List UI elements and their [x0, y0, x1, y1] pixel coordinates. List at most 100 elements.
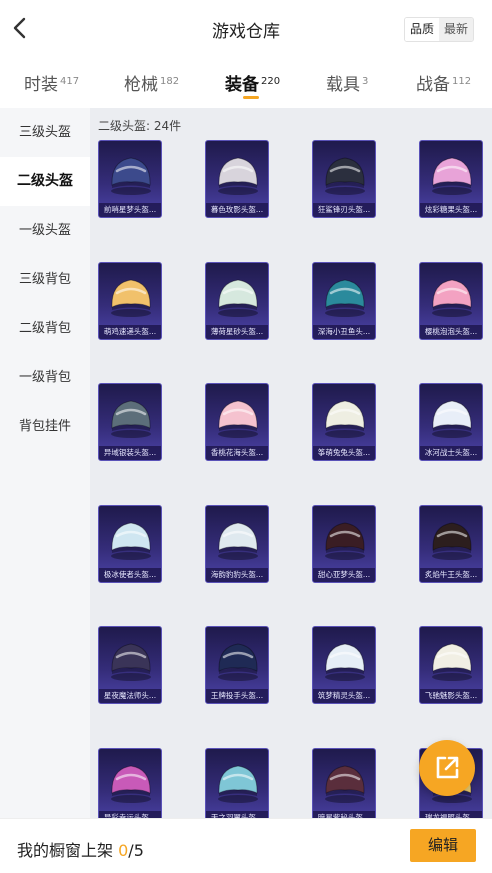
- helmet-icon: [218, 279, 258, 317]
- category-tabs: 时装 417 枪械 182 装备 220 载具 3 战备 112: [0, 58, 492, 108]
- helmet-card[interactable]: 炫彩糖果头盔...: [419, 140, 483, 218]
- helmet-card[interactable]: 深海小丑鱼头...: [312, 262, 376, 340]
- sidebar-item-backpack-pendant[interactable]: 背包挂件: [0, 402, 90, 451]
- helmet-icon: [432, 522, 472, 560]
- showcase-status: 我的橱窗上架 0/5: [17, 837, 144, 861]
- helmet-card[interactable]: 甜心亚梦头盔...: [312, 505, 376, 583]
- helmet-name: 暗星紫秘头盔...: [313, 811, 375, 818]
- helmet-card[interactable]: 暗星紫秘头盔...: [312, 748, 376, 818]
- helmet-name: 筑梦精灵头盔...: [313, 689, 375, 703]
- helmet-name: 前哨星梦头盔...: [99, 203, 161, 217]
- tab-count: 112: [452, 76, 472, 87]
- header: 游戏仓库 品质 最新: [0, 0, 492, 58]
- helmet-icon: [111, 522, 151, 560]
- tab-fashion[interactable]: 时装 417: [24, 70, 79, 95]
- tab-label: 载具: [326, 75, 360, 95]
- helmet-icon: [111, 279, 151, 317]
- helmet-card[interactable]: 樱桃泡泡头盔...: [419, 262, 483, 340]
- helmet-card[interactable]: 天之羽翼头盔...: [205, 748, 269, 818]
- helmet-name: 异彩幸运头盔...: [99, 811, 161, 818]
- helmet-name: 香桃花海头盔...: [206, 446, 268, 460]
- share-external-icon: [436, 756, 459, 779]
- helmet-card[interactable]: 飞驰魅影头盔...: [419, 626, 483, 704]
- item-grid-area: 二级头盔: 24件 前哨星梦头盔... 暮色玫影头盔... 狂鲨锋刃头盔... 炫彩糖…: [90, 108, 492, 818]
- sort-quality-button[interactable]: 品质: [404, 18, 439, 41]
- helmet-name: 甜心亚梦头盔...: [313, 568, 375, 582]
- tab-equipment[interactable]: 装备 220: [225, 70, 280, 95]
- helmet-icon: [218, 643, 258, 681]
- helmet-icon: [432, 643, 472, 681]
- tab-supplies[interactable]: 战备 112: [416, 70, 471, 95]
- helmet-name: 筝萌兔兔头盔...: [313, 446, 375, 460]
- helmet-card[interactable]: 筑梦精灵头盔...: [312, 626, 376, 704]
- helmet-icon: [218, 400, 258, 438]
- sidebar-item-helmet-lv3[interactable]: 三级头盔: [0, 108, 90, 157]
- helmet-icon: [432, 157, 472, 195]
- helmet-card[interactable]: 暮色玫影头盔...: [205, 140, 269, 218]
- helmet-icon: [111, 765, 151, 803]
- sidebar-item-helmet-lv2[interactable]: 二级头盔: [0, 157, 90, 206]
- helmet-icon: [325, 279, 365, 317]
- helmet-name: 炙焰牛王头盔...: [420, 568, 482, 582]
- tab-count: 182: [160, 76, 180, 87]
- helmet-name: 海韵豹豹头盔...: [206, 568, 268, 582]
- helmet-card[interactable]: 星夜魔法师头...: [98, 626, 162, 704]
- helmet-card[interactable]: 薄荷星砂头盔...: [205, 262, 269, 340]
- active-tab-indicator: [243, 96, 259, 99]
- helmet-name: 狂鲨锋刃头盔...: [313, 203, 375, 217]
- helmet-card[interactable]: 萌鸡速递头盔...: [98, 262, 162, 340]
- helmet-icon: [218, 765, 258, 803]
- helmet-card[interactable]: 冰河战士头盔...: [419, 383, 483, 461]
- helmet-card[interactable]: 王牌投手头盔...: [205, 626, 269, 704]
- sidebar-item-backpack-lv1[interactable]: 一级背包: [0, 353, 90, 402]
- sidebar-item-helmet-lv1[interactable]: 一级头盔: [0, 206, 90, 255]
- tab-vehicles[interactable]: 载具 3: [326, 70, 368, 95]
- sidebar-item-backpack-lv2[interactable]: 二级背包: [0, 304, 90, 353]
- showcase-label: 我的橱窗上架: [17, 841, 114, 860]
- sort-toggle: 品质 最新: [403, 17, 474, 42]
- helmet-name: 薄荷星砂头盔...: [206, 325, 268, 339]
- helmet-card[interactable]: 异域银装头盔...: [98, 383, 162, 461]
- sort-newest-button[interactable]: 最新: [438, 18, 473, 41]
- helmet-name: 萌鸡速递头盔...: [99, 325, 161, 339]
- tab-guns[interactable]: 枪械 182: [124, 70, 179, 95]
- helmet-card[interactable]: 前哨星梦头盔...: [98, 140, 162, 218]
- sidebar-item-backpack-lv3[interactable]: 三级背包: [0, 255, 90, 304]
- tab-label: 战备: [416, 75, 450, 95]
- helmet-card[interactable]: 异彩幸运头盔...: [98, 748, 162, 818]
- helmet-card[interactable]: 炙焰牛王头盔...: [419, 505, 483, 583]
- helmet-icon: [432, 279, 472, 317]
- helmet-name: 极冰使者头盔...: [99, 568, 161, 582]
- helmet-icon: [325, 643, 365, 681]
- tab-count: 220: [261, 76, 281, 87]
- helmet-icon: [325, 400, 365, 438]
- tab-label: 时装: [24, 75, 58, 95]
- helmet-name: 暮色玫影头盔...: [206, 203, 268, 217]
- helmet-name: 瑞龙福照头盔...: [420, 811, 482, 818]
- item-count-label: 二级头盔: 24件: [98, 119, 182, 133]
- helmet-card[interactable]: 海韵豹豹头盔...: [205, 505, 269, 583]
- helmet-name: 王牌投手头盔...: [206, 689, 268, 703]
- sidebar: 三级头盔 二级头盔 一级头盔 三级背包 二级背包 一级背包 背包挂件: [0, 108, 90, 818]
- helmet-name: 冰河战士头盔...: [420, 446, 482, 460]
- warehouse-screen: 游戏仓库 品质 最新 时装 417 枪械 182 装备 220 载具 3 战备 112 三…: [0, 0, 492, 873]
- helmet-icon: [325, 157, 365, 195]
- helmet-icon: [325, 765, 365, 803]
- helmet-name: 天之羽翼头盔...: [206, 811, 268, 818]
- showcase-current: 0: [118, 841, 129, 860]
- helmet-card[interactable]: 香桃花海头盔...: [205, 383, 269, 461]
- helmet-card[interactable]: 筝萌兔兔头盔...: [312, 383, 376, 461]
- helmet-card[interactable]: 狂鲨锋刃头盔...: [312, 140, 376, 218]
- showcase-total: /5: [128, 841, 144, 860]
- helmet-icon: [325, 522, 365, 560]
- helmet-card[interactable]: 极冰使者头盔...: [98, 505, 162, 583]
- tab-label: 装备: [225, 75, 259, 95]
- share-button[interactable]: [419, 740, 475, 796]
- helmet-icon: [218, 522, 258, 560]
- helmet-icon: [111, 400, 151, 438]
- helmet-name: 飞驰魅影头盔...: [420, 689, 482, 703]
- tab-count: 3: [362, 76, 369, 87]
- helmet-icon: [111, 643, 151, 681]
- helmet-name: 异域银装头盔...: [99, 446, 161, 460]
- edit-button[interactable]: 编辑: [410, 829, 476, 862]
